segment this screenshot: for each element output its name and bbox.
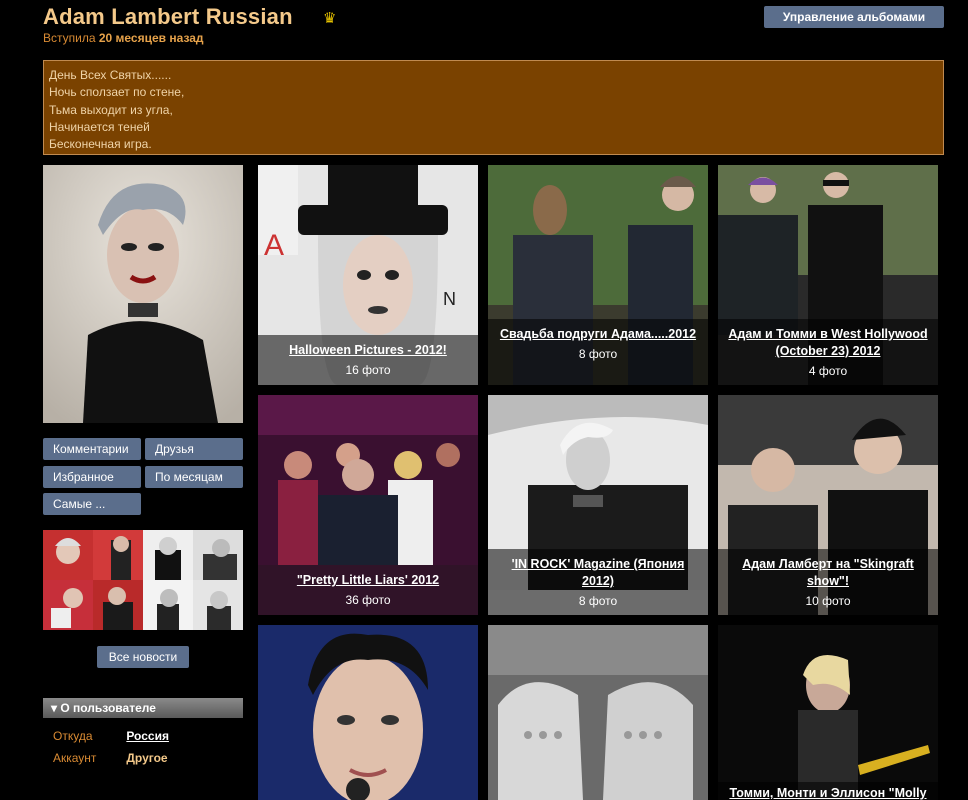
album-card[interactable] — [488, 625, 708, 800]
status-line: Тьма выходит из угла, — [49, 102, 173, 117]
album-title[interactable]: Halloween Pictures - 2012! — [258, 342, 478, 359]
comments-button[interactable]: Комментарии — [43, 438, 141, 460]
thumbnail[interactable] — [143, 580, 193, 630]
album-title[interactable]: "Pretty Little Liars' 2012 — [258, 572, 478, 589]
album-photo-count: 8 фото — [578, 347, 618, 361]
album-card[interactable]: Томми, Монти и Эллисон "Molly — [718, 625, 938, 800]
most-button[interactable]: Самые ... — [43, 493, 141, 515]
status-line: Начинается теней — [49, 119, 150, 134]
info-value-link[interactable]: Россия — [126, 729, 169, 743]
svg-text:A: A — [264, 229, 284, 262]
info-key: Откуда — [53, 729, 93, 743]
album-title[interactable]: Свадьба подруги Адама.....2012 — [488, 326, 708, 343]
recent-thumbnails — [43, 530, 243, 630]
about-user-label: О пользователе — [60, 701, 156, 715]
album-photo-count: 16 фото — [345, 363, 391, 377]
thumbnail[interactable] — [143, 530, 193, 580]
collapse-triangle-icon: ▾ — [51, 701, 61, 715]
info-row-account: Аккаунт Другое — [53, 751, 168, 765]
album-photo-count: 4 фото — [808, 364, 848, 378]
album-card[interactable]: 'IN ROCK' Magazine (Япония 2012) 8 фото — [488, 395, 708, 615]
album-card[interactable]: Адам и Томми в West Hollywood (October 2… — [718, 165, 938, 385]
status-message: День Всех Святых...... Ночь сползает по … — [43, 60, 944, 155]
album-title[interactable]: Адам и Томми в West Hollywood (October 2… — [718, 326, 938, 360]
album-card[interactable]: A N Halloween Pictures - 2012! 16 фото — [258, 165, 478, 385]
thumbnail[interactable] — [93, 530, 143, 580]
status-line: Ночь сползает по стене, — [49, 85, 185, 100]
album-card[interactable]: "Pretty Little Liars' 2012 36 фото — [258, 395, 478, 615]
joined-value: 20 месяцев назад — [98, 31, 204, 45]
info-key: Аккаунт — [53, 751, 97, 765]
album-photo-count: 10 фото — [805, 594, 851, 608]
thumbnail[interactable] — [43, 530, 93, 580]
album-title[interactable]: 'IN ROCK' Magazine (Япония 2012) — [488, 556, 708, 590]
album-card[interactable]: Свадьба подруги Адама.....2012 8 фото — [488, 165, 708, 385]
manage-albums-button[interactable]: Управление альбомами — [764, 6, 944, 28]
info-value: Другое — [126, 751, 168, 765]
svg-text:N: N — [443, 289, 456, 309]
album-photo-count: 36 фото — [345, 593, 391, 607]
album-card[interactable] — [258, 625, 478, 800]
album-title[interactable]: Адам Ламберт на "Skingraft show"! — [718, 556, 938, 590]
thumbnail[interactable] — [43, 580, 93, 630]
album-title[interactable]: Томми, Монти и Эллисон "Molly — [718, 785, 938, 800]
thumbnail[interactable] — [193, 580, 243, 630]
thumbnail[interactable] — [193, 530, 243, 580]
avatar[interactable] — [43, 165, 243, 423]
album-card[interactable]: Адам Ламберт на "Skingraft show"! 10 фот… — [718, 395, 938, 615]
joined-info: Вступила 20 месяцев назад — [43, 31, 204, 45]
info-row-from: Откуда Россия — [53, 729, 169, 743]
status-line: Бесконечная игра. — [49, 137, 152, 152]
joined-prefix: Вступила — [43, 31, 96, 45]
status-line: День Всех Святых...... — [49, 68, 172, 82]
about-user-header[interactable]: ▾ О пользователе — [43, 698, 243, 718]
album-photo-count: 8 фото — [578, 594, 618, 608]
crown-icon: ♛ — [323, 9, 337, 27]
thumbnail[interactable] — [93, 580, 143, 630]
friends-button[interactable]: Друзья — [145, 438, 243, 460]
by-month-button[interactable]: По месяцам — [145, 466, 243, 488]
favorites-button[interactable]: Избранное — [43, 466, 141, 488]
all-news-button[interactable]: Все новости — [97, 646, 189, 668]
page-title: Adam Lambert Russian — [43, 4, 293, 29]
